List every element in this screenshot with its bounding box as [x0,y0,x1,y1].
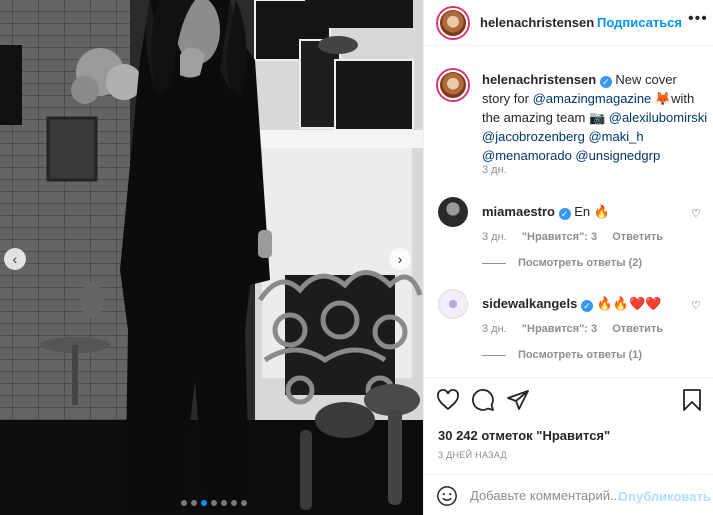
comment-body: 🔥🔥❤️❤️ [593,296,662,311]
commenter-avatar[interactable] [438,289,468,319]
carousel-dot [181,500,187,506]
mention-link[interactable]: @menamorado [482,148,572,163]
commenter-avatar[interactable] [438,197,468,227]
bookmark-icon[interactable] [680,388,704,412]
post-photo[interactable]: ‹ › [0,0,423,515]
follow-button[interactable]: Подписаться [597,15,682,30]
view-replies-button[interactable]: Посмотреть ответы (1) [482,349,642,361]
post-sidebar: helenachristensen Подписаться ••• helena… [423,0,713,515]
comment-meta: 3 дн. "Нравится": 3 Ответить [482,231,675,243]
comment-body: En 🔥 [570,204,610,219]
add-comment-bar: Опубликовать [424,474,713,515]
reply-button[interactable]: Ответить [612,323,663,335]
author-avatar[interactable] [438,8,468,38]
publish-button[interactable]: Опубликовать [618,489,711,504]
comment-text: sidewalkangels ✓ 🔥🔥❤️❤️ [482,296,661,312]
chevron-right-icon: › [397,251,403,267]
carousel-dot [221,500,227,506]
post-actions [424,377,713,423]
caption-username[interactable]: helenachristensen [482,72,596,87]
chevron-left-icon: ‹ [12,251,18,267]
view-replies-button[interactable]: Посмотреть ответы (2) [482,257,642,269]
replies-divider [482,262,506,264]
carousel-dot [211,500,217,506]
mention-link[interactable]: @jacobrozenberg [482,129,585,144]
heart-icon[interactable] [436,388,460,412]
comment-likes[interactable]: "Нравится": 3 [522,231,597,243]
carousel-indicator [181,500,247,506]
smile-icon[interactable] [436,485,458,507]
comment-text: miamaestro ✓ En 🔥 [482,204,610,220]
next-photo-button[interactable]: › [389,248,411,270]
likes-count[interactable]: 30 242 отметок "Нравится" [438,428,610,443]
comment-icon[interactable] [471,388,495,412]
mention-link[interactable]: @unsignedgrp [575,148,660,163]
commenter-username[interactable]: miamaestro [482,204,555,219]
carousel-dot [201,500,207,506]
prev-photo-button[interactable]: ‹ [4,248,26,270]
caption-text: helenachristensen ✓ New cover story for … [482,70,708,165]
replies-divider [482,354,506,356]
carousel-dot [231,500,237,506]
mention-link[interactable]: @maki_h [588,129,643,144]
commenter-username[interactable]: sidewalkangels [482,296,577,311]
comment-time[interactable]: 3 дн. [482,323,507,335]
comment-likes[interactable]: "Нравится": 3 [522,323,597,335]
caption-avatar[interactable] [438,70,468,100]
post-header: helenachristensen Подписаться ••• [424,0,713,46]
mention-link[interactable]: @amazingmagazine [533,91,652,106]
comment-meta: 3 дн. "Нравится": 3 Ответить [482,323,675,335]
comment-input[interactable] [470,484,620,506]
heart-icon[interactable]: ♡ [691,207,701,220]
post-timestamp[interactable]: 3 дней назад [438,450,507,460]
view-replies-label: Посмотреть ответы (2) [518,257,643,269]
comment-time[interactable]: 3 дн. [482,231,507,243]
caption-time[interactable]: 3 дн. [482,164,507,176]
verified-badge-icon: ✓ [599,76,612,88]
carousel-dot [241,500,247,506]
reply-button[interactable]: Ответить [612,231,663,243]
mention-link[interactable]: @alexilubomirski [609,110,707,125]
more-options-icon[interactable]: ••• [688,10,708,28]
view-replies-label: Посмотреть ответы (1) [518,349,643,361]
verified-badge-icon: ✓ [558,208,571,220]
photo-scene [0,0,423,515]
verified-badge-icon: ✓ [581,300,594,312]
carousel-dot [191,500,197,506]
author-username[interactable]: helenachristensen [480,15,594,30]
share-icon[interactable] [506,388,530,412]
heart-icon[interactable]: ♡ [691,299,701,312]
